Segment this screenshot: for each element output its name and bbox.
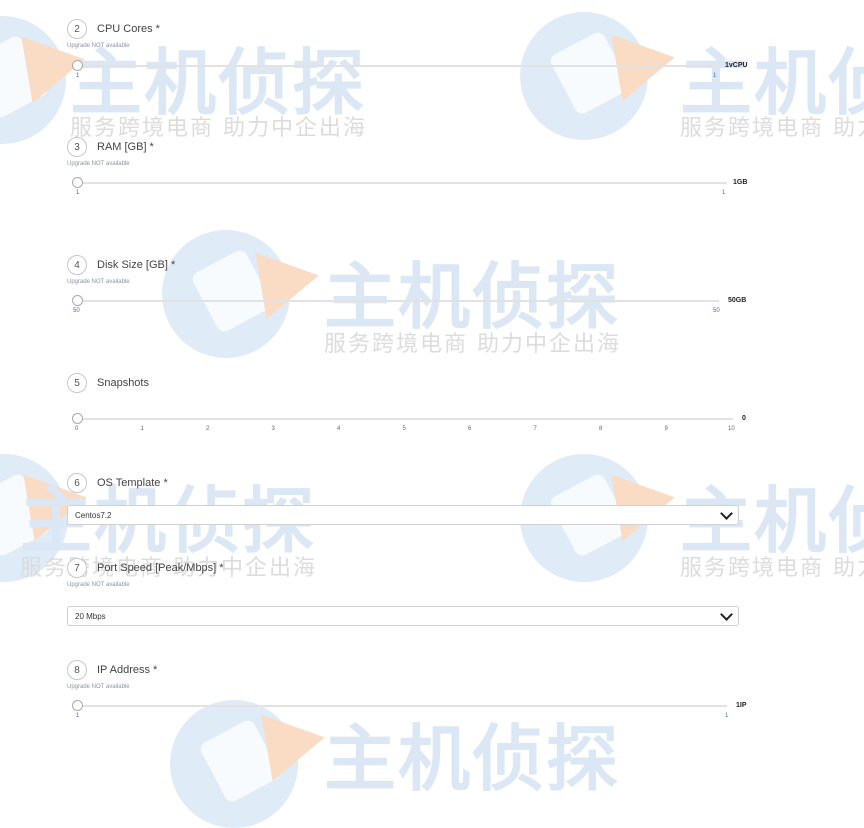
step-number: 7 — [67, 558, 87, 578]
slider-track[interactable] — [77, 300, 719, 302]
port-speed-field: 7 Port Speed [Peak/Mbps] * Upgrade NOT a… — [67, 558, 757, 588]
port-speed-select[interactable]: 20 Mbps — [67, 606, 739, 626]
slider-handle[interactable] — [72, 60, 83, 71]
snapshots-tick-6: 6 — [468, 426, 472, 432]
snapshots-tick-7: 7 — [533, 426, 537, 432]
snapshots-tick-0: 0 — [75, 426, 79, 432]
slider-max-tick: 1 — [722, 190, 726, 196]
slider-handle[interactable] — [72, 700, 83, 711]
os-template-label: OS Template * — [97, 477, 168, 489]
snapshots-tick-2: 2 — [206, 426, 210, 432]
snapshots-tick-4: 4 — [337, 426, 341, 432]
ram-slider[interactable]: 1GB 1 1 — [67, 167, 757, 201]
snapshots-field: 5 Snapshots 0 0 1 2 3 4 5 6 7 8 9 10 — [67, 373, 757, 441]
ip-address-slider[interactable]: 1IP 1 1 — [67, 690, 757, 724]
snapshots-tick-5: 5 — [402, 426, 406, 432]
snapshots-tick-9: 9 — [664, 426, 668, 432]
snapshots-tick-8: 8 — [599, 426, 603, 432]
slider-handle[interactable] — [72, 413, 83, 424]
slider-max-tick: 50 — [713, 308, 720, 314]
slider-handle[interactable] — [72, 295, 83, 306]
os-template-selected: Centos7.2 — [75, 510, 112, 520]
slider-min-tick: 1 — [76, 73, 80, 79]
chevron-down-icon[interactable] — [720, 506, 733, 520]
slider-track[interactable] — [77, 705, 727, 707]
slider-min-tick: 1 — [76, 190, 80, 196]
slider-track[interactable] — [77, 182, 727, 184]
cpu-cores-field: 2 CPU Cores * Upgrade NOT available 1vCP… — [67, 19, 757, 83]
slider-track[interactable] — [77, 418, 733, 420]
slider-track[interactable] — [77, 65, 717, 67]
slider-min-tick: 50 — [73, 308, 80, 314]
ip-address-field: 8 IP Address * Upgrade NOT available 1IP… — [67, 660, 757, 724]
ram-field: 3 RAM [GB] * Upgrade NOT available 1GB 1… — [67, 137, 757, 201]
cpu-cores-label: CPU Cores * — [97, 23, 160, 35]
cpu-cores-slider[interactable]: 1vCPU 1 1 — [67, 49, 757, 83]
slider-value: 50GB — [728, 297, 747, 304]
port-speed-selected: 20 Mbps — [75, 611, 106, 621]
ram-label: RAM [GB] * — [97, 141, 154, 153]
disk-size-slider[interactable]: 50GB 50 50 — [67, 285, 757, 319]
disk-size-label: Disk Size [GB] * — [97, 259, 176, 271]
ip-address-label: IP Address * — [97, 664, 158, 676]
snapshots-slider[interactable]: 0 0 1 2 3 4 5 6 7 8 9 10 — [67, 407, 757, 441]
slider-max-tick: 1 — [725, 713, 729, 719]
os-template-field: 6 OS Template * — [67, 473, 757, 493]
step-number: 5 — [67, 373, 87, 393]
slider-value: 1GB — [733, 179, 748, 186]
chevron-down-icon[interactable] — [720, 607, 733, 621]
os-template-select[interactable]: Centos7.2 — [67, 505, 739, 525]
slider-max-tick: 1 — [713, 73, 717, 79]
step-number: 6 — [67, 473, 87, 493]
slider-value: 1IP — [736, 702, 747, 709]
slider-value: 1vCPU — [725, 62, 748, 69]
slider-value: 0 — [742, 415, 746, 422]
snapshots-tick-1: 1 — [140, 426, 144, 432]
snapshots-tick-3: 3 — [271, 426, 275, 432]
slider-handle[interactable] — [72, 177, 83, 188]
slider-min-tick: 1 — [76, 713, 80, 719]
step-number: 8 — [67, 660, 87, 680]
snapshots-tick-10: 10 — [728, 426, 735, 432]
step-number: 3 — [67, 137, 87, 157]
snapshots-label: Snapshots — [97, 377, 149, 389]
step-number: 4 — [67, 255, 87, 275]
disk-size-field: 4 Disk Size [GB] * Upgrade NOT available… — [67, 255, 757, 319]
step-number: 2 — [67, 19, 87, 39]
upgrade-note: Upgrade NOT available — [67, 582, 130, 588]
port-speed-label: Port Speed [Peak/Mbps] * — [97, 562, 224, 574]
